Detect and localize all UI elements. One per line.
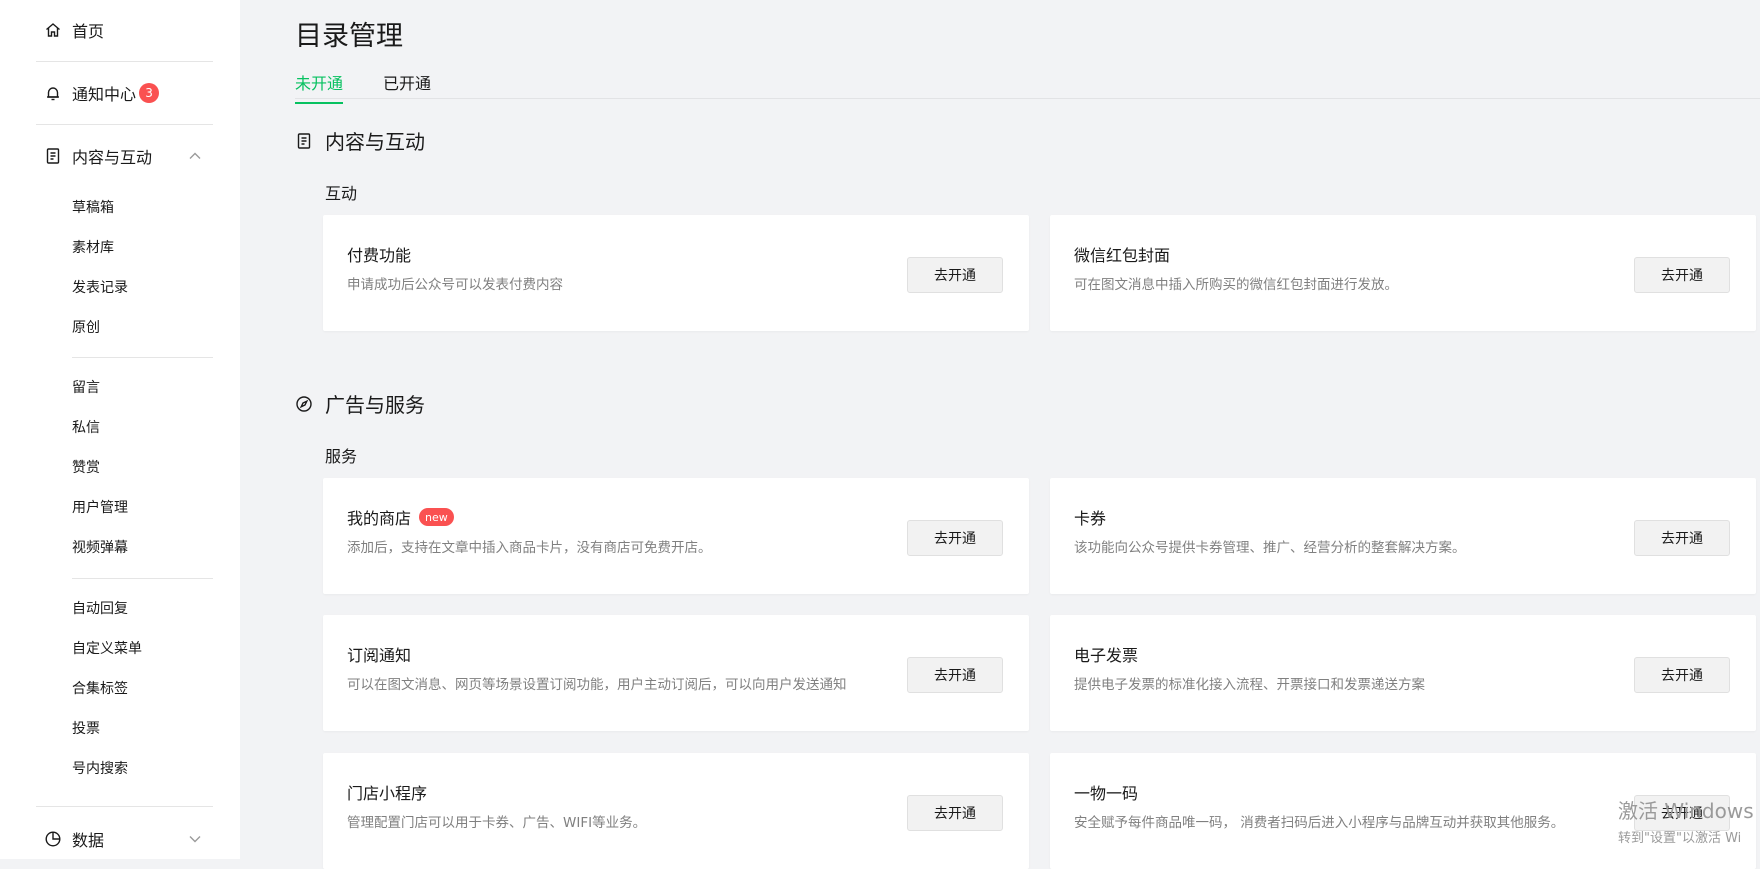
sidebar-item-custom-menu[interactable]: 自定义菜单 [72,638,142,658]
feature-desc: 可在图文消息中插入所购买的微信红包封面进行发放。 [1074,277,1398,293]
feature-card: 卡券 该功能向公众号提供卡券管理、推广、经营分析的整套解决方案。 去开通 [1050,478,1756,594]
nav-content-interaction[interactable]: 内容与互动 [44,144,152,168]
feature-name: 电子发票 [1074,646,1139,665]
activate-button[interactable]: 去开通 [1634,657,1730,693]
feature-name: 门店小程序 [347,784,428,803]
sidebar-item-collection-tags[interactable]: 合集标签 [72,678,128,698]
feature-card: 订阅通知 可以在图文消息、网页等场景设置订阅功能，用户主动订阅后，可以向用户发送… [323,615,1029,731]
home-icon [44,21,62,39]
sidebar-item-appreciation[interactable]: 赞赏 [72,457,100,477]
section-title-content-interaction: 内容与互动 [295,126,425,155]
divider [72,357,213,358]
sidebar-item-materials[interactable]: 素材库 [72,237,114,257]
feature-name: 我的商店 [347,509,412,528]
feature-desc: 添加后，支持在文章中插入商品卡片，没有商店可免费开店。 [347,540,712,556]
page-title: 目录管理 [295,21,403,52]
feature-name: 付费功能 [347,246,412,265]
sidebar: 首页 通知中心 3 内容与互动 草稿箱 素材库 发表记录 原创 留言 私信 赞赏… [0,0,240,859]
feature-desc: 该功能向公众号提供卡券管理、推广、经营分析的整套解决方案。 [1074,540,1466,556]
notification-count-badge: 3 [139,83,160,103]
chevron-up-icon[interactable] [188,149,202,163]
document-icon [295,132,313,150]
group-title-services: 服务 [325,447,358,466]
document-icon [44,147,62,165]
feature-desc: 提供电子发票的标准化接入流程、开票接口和发票递送方案 [1074,677,1425,693]
sidebar-item-original[interactable]: 原创 [72,317,100,337]
feature-card: 一物一码 安全赋予每件商品唯一码， 消费者扫码后进入小程序与品牌互动并获取其他服… [1050,753,1756,869]
sidebar-item-comments[interactable]: 留言 [72,377,100,397]
feature-name: 订阅通知 [347,646,412,665]
activate-button[interactable]: 去开通 [1634,520,1730,556]
sidebar-item-video-danmaku[interactable]: 视频弹幕 [72,537,128,557]
bell-icon [44,84,62,102]
chart-pie-icon [44,830,62,848]
nav-home-label: 首页 [72,22,105,41]
feature-name-row: 我的商店 new [347,505,454,529]
sidebar-item-drafts[interactable]: 草稿箱 [72,197,114,217]
nav-data-label: 数据 [72,831,105,850]
feature-desc: 可以在图文消息、网页等场景设置订阅功能，用户主动订阅后，可以向用户发送通知 [347,677,847,693]
sidebar-item-messages[interactable]: 私信 [72,417,100,437]
tab-divider [295,98,1760,99]
feature-name: 一物一码 [1074,784,1139,803]
sidebar-item-user-management[interactable]: 用户管理 [72,497,128,517]
divider [72,578,213,579]
feature-card: 电子发票 提供电子发票的标准化接入流程、开票接口和发票递送方案 去开通 [1050,615,1756,731]
section-title-text: 内容与互动 [325,130,425,154]
divider [36,61,213,62]
sidebar-item-in-account-search[interactable]: 号内搜索 [72,758,128,778]
activate-button[interactable]: 去开通 [907,257,1003,293]
section-title-ads-services: 广告与服务 [295,389,425,418]
activate-button[interactable]: 去开通 [1634,795,1730,831]
group-title-interaction: 互动 [325,184,358,203]
chevron-down-icon[interactable] [188,832,202,846]
feature-card: 我的商店 new 添加后，支持在文章中插入商品卡片，没有商店可免费开店。 去开通 [323,478,1029,594]
feature-card: 微信红包封面 可在图文消息中插入所购买的微信红包封面进行发放。 去开通 [1050,215,1756,331]
nav-notifications[interactable]: 通知中心 3 [44,81,160,105]
activate-button[interactable]: 去开通 [907,657,1003,693]
section-title-text: 广告与服务 [325,393,425,417]
compass-icon [295,395,313,413]
nav-data[interactable]: 数据 [44,827,104,851]
feature-desc: 管理配置门店可以用于卡券、广告、WIFI等业务。 [347,815,647,831]
sidebar-item-publish-records[interactable]: 发表记录 [72,277,128,297]
nav-home[interactable]: 首页 [44,18,104,42]
activate-button[interactable]: 去开通 [907,520,1003,556]
activate-button[interactable]: 去开通 [1634,257,1730,293]
divider [36,806,213,807]
nav-notifications-label: 通知中心 [72,85,137,104]
sidebar-item-auto-reply[interactable]: 自动回复 [72,598,128,618]
sidebar-item-vote[interactable]: 投票 [72,718,100,738]
activate-button[interactable]: 去开通 [907,795,1003,831]
nav-content-label: 内容与互动 [72,148,153,167]
new-badge: new [419,508,454,526]
feature-card: 付费功能 申请成功后公众号可以发表付费内容 去开通 [323,215,1029,331]
feature-desc: 安全赋予每件商品唯一码， 消费者扫码后进入小程序与品牌互动并获取其他服务。 [1074,815,1565,831]
feature-card: 门店小程序 管理配置门店可以用于卡券、广告、WIFI等业务。 去开通 [323,753,1029,869]
feature-name: 微信红包封面 [1074,246,1171,265]
feature-name: 卡券 [1074,509,1107,528]
feature-desc: 申请成功后公众号可以发表付费内容 [347,277,563,293]
main-content: 目录管理 未开通 已开通 内容与互动 互动 付费功能 申请成功后公众号可以发表付… [240,0,1760,869]
divider [36,124,213,125]
